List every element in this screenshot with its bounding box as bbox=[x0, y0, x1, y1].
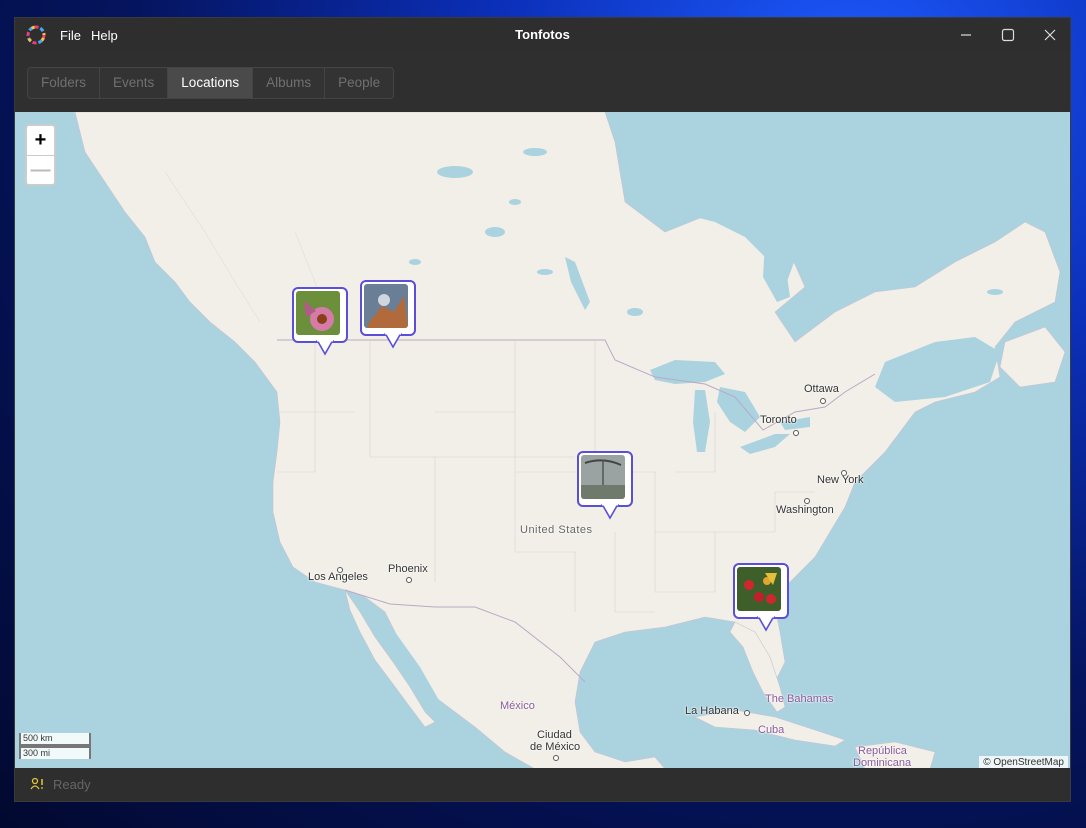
marker-pointer bbox=[384, 333, 402, 349]
label-ciudad-2: de México bbox=[530, 741, 581, 753]
close-button[interactable] bbox=[1029, 18, 1071, 52]
maximize-icon bbox=[1001, 28, 1015, 42]
label-new-york: New York bbox=[817, 474, 864, 486]
app-logo-icon bbox=[26, 25, 46, 45]
minimize-button[interactable] bbox=[945, 18, 987, 52]
foggy-tree-photo bbox=[581, 455, 625, 499]
city-dot-ottawa bbox=[820, 398, 826, 404]
city-dot-mexico-city bbox=[553, 755, 559, 761]
status-text: Ready bbox=[53, 777, 91, 792]
label-mexico: México bbox=[500, 700, 535, 712]
label-united-states: United States bbox=[520, 524, 593, 536]
scale-km: 500 km bbox=[19, 733, 91, 746]
photo-marker-flower[interactable] bbox=[292, 287, 350, 359]
label-republica-1: República bbox=[858, 745, 907, 757]
status-bar: Ready bbox=[15, 768, 1070, 801]
scale-mi: 300 mi bbox=[19, 746, 91, 759]
bird-photo bbox=[364, 284, 408, 328]
red-berries-photo bbox=[737, 567, 781, 611]
toolbar: Folders Events Locations Albums People bbox=[15, 52, 1070, 112]
city-dot-toronto bbox=[793, 430, 799, 436]
window-title: Tonfotos bbox=[515, 27, 570, 42]
label-phoenix: Phoenix bbox=[388, 563, 428, 575]
marker-pointer bbox=[601, 504, 619, 520]
person-alert-icon bbox=[30, 777, 43, 790]
minimize-icon bbox=[961, 34, 971, 36]
label-ciudad-1: Ciudad bbox=[537, 729, 572, 741]
tab-albums[interactable]: Albums bbox=[253, 68, 326, 98]
tab-people[interactable]: People bbox=[325, 68, 393, 98]
photo-marker-bird[interactable] bbox=[360, 280, 418, 352]
flower-photo bbox=[296, 291, 340, 335]
label-cuba: Cuba bbox=[758, 724, 785, 736]
city-dot-la-habana bbox=[744, 710, 750, 716]
label-bahamas: The Bahamas bbox=[765, 693, 834, 705]
menu-help[interactable]: Help bbox=[91, 28, 125, 43]
land-newfoundland bbox=[999, 326, 1066, 388]
photo-marker-red-berries[interactable] bbox=[733, 563, 791, 635]
title-bar: File Help Tonfotos bbox=[15, 18, 1070, 52]
maximize-button[interactable] bbox=[987, 18, 1029, 52]
map-view[interactable]: Ottawa Toronto New York Washington Unite… bbox=[15, 112, 1070, 769]
tab-events[interactable]: Events bbox=[100, 68, 169, 98]
map-scale: 500 km 300 mi bbox=[19, 733, 91, 759]
label-washington: Washington bbox=[776, 504, 834, 516]
app-window: File Help Tonfotos Folders Events Locati… bbox=[14, 17, 1071, 802]
map-tiles[interactable] bbox=[15, 112, 1070, 769]
zoom-out-button[interactable]: — bbox=[27, 155, 54, 185]
label-los-angeles: Los Angeles bbox=[308, 571, 368, 583]
close-icon bbox=[1044, 29, 1056, 41]
city-dot-phoenix bbox=[406, 577, 412, 583]
marker-pointer bbox=[316, 340, 334, 356]
menu-file[interactable]: File bbox=[60, 28, 88, 43]
label-toronto: Toronto bbox=[760, 414, 797, 426]
land-north-america bbox=[74, 112, 1061, 769]
tab-locations[interactable]: Locations bbox=[168, 68, 254, 98]
tab-folders[interactable]: Folders bbox=[28, 68, 101, 98]
zoom-control: + — bbox=[25, 124, 56, 186]
zoom-in-button[interactable]: + bbox=[27, 126, 54, 155]
photo-marker-foggy-tree[interactable] bbox=[577, 451, 635, 523]
view-tabs: Folders Events Locations Albums People bbox=[27, 67, 395, 99]
marker-pointer bbox=[757, 616, 775, 632]
label-ottawa: Ottawa bbox=[804, 383, 839, 395]
label-la-habana: La Habana bbox=[685, 705, 739, 717]
